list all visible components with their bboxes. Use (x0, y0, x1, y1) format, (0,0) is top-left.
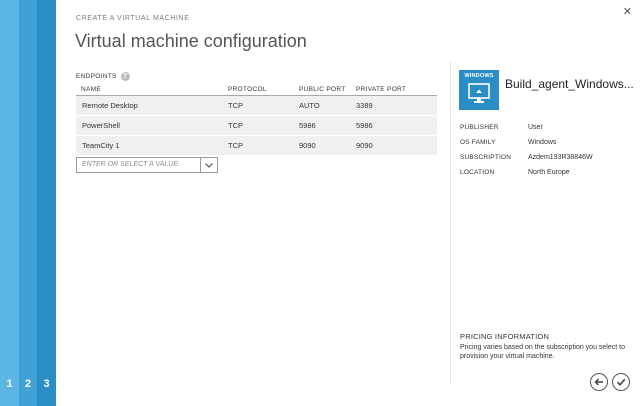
property-key: SUBSCRIPTION (460, 154, 512, 161)
property-row: PUBLISHER User (460, 124, 593, 139)
property-value: User (528, 124, 543, 131)
vm-name: Build_agent_Windows... (505, 77, 634, 91)
property-key: PUBLISHER (460, 124, 499, 131)
endpoint-public-port: AUTO (294, 95, 351, 116)
endpoint-name: PowerShell (76, 115, 223, 136)
property-key: LOCATION (460, 169, 495, 176)
table-row[interactable]: PowerShell TCP 5986 5986 (76, 115, 437, 136)
vm-tile-label: WINDOWS (464, 73, 494, 79)
endpoint-public-port: 5986 (294, 115, 351, 136)
help-icon[interactable]: ? (120, 72, 130, 81)
checkmark-icon (616, 378, 626, 386)
column-header-protocol: PROTOCOL (223, 84, 294, 96)
table-row[interactable]: TeamCity 1 TCP 9090 9090 (76, 135, 437, 156)
pricing-text: Pricing varies based on the subscription… (460, 344, 625, 360)
vm-image-tile: WINDOWS (459, 70, 499, 110)
property-row: SUBSCRIPTION Azdem193R38846W (460, 154, 593, 169)
endpoint-protocol: TCP (223, 135, 294, 156)
endpoints-heading-label: ENDPOINTS (76, 73, 117, 80)
endpoint-private-port: 3389 (351, 95, 437, 116)
column-header-public-port: PUBLIC PORT (294, 84, 351, 96)
endpoint-name: TeamCity 1 (76, 135, 223, 156)
column-header-name: NAME (76, 84, 223, 96)
pricing-info: PRICING INFORMATION Pricing varies based… (460, 332, 630, 361)
endpoint-protocol: TCP (223, 95, 294, 116)
back-arrow-icon (594, 378, 603, 386)
property-value: Windows (528, 139, 557, 146)
back-button[interactable] (590, 373, 608, 391)
step-2[interactable]: 2 (19, 0, 37, 406)
step-1[interactable]: 1 (0, 0, 19, 406)
endpoint-public-port: 9090 (294, 135, 351, 156)
vm-properties: PUBLISHER User OS FAMILY Windows SUBSCRI… (460, 124, 593, 184)
complete-button[interactable] (612, 373, 630, 391)
column-header-private-port: PRIVATE PORT (351, 84, 437, 96)
endpoints-table: NAME PROTOCOL PUBLIC PORT PRIVATE PORT R… (76, 84, 437, 156)
panel-divider (450, 62, 451, 384)
endpoint-protocol: TCP (223, 115, 294, 136)
chevron-down-icon[interactable] (200, 158, 217, 172)
property-row: LOCATION North Europe (460, 169, 593, 184)
property-value: North Europe (528, 169, 570, 176)
wizard-step-rail: 1 2 3 (0, 0, 56, 406)
step-3-number: 3 (43, 378, 50, 390)
close-icon[interactable]: ✕ (623, 5, 632, 18)
table-header-row: NAME PROTOCOL PUBLIC PORT PRIVATE PORT (76, 84, 437, 96)
step-2-number: 2 (24, 378, 32, 390)
endpoint-select[interactable]: ENTER OR SELECT A VALUE (76, 157, 218, 173)
step-1-number: 1 (6, 378, 13, 390)
property-value: Azdem193R38846W (528, 154, 593, 161)
monitor-icon (468, 83, 490, 103)
property-key: OS FAMILY (460, 139, 496, 146)
step-3[interactable]: 3 (37, 0, 56, 406)
wizard-subtitle: CREATE A VIRTUAL MACHINE (76, 15, 190, 22)
page-title: Virtual machine configuration (75, 31, 307, 51)
property-row: OS FAMILY Windows (460, 139, 593, 154)
endpoint-name: Remote Desktop (76, 95, 223, 116)
endpoint-private-port: 9090 (351, 135, 437, 156)
endpoint-select-placeholder: ENTER OR SELECT A VALUE (82, 161, 178, 168)
table-row[interactable]: Remote Desktop TCP AUTO 3389 (76, 95, 437, 116)
endpoint-private-port: 5986 (351, 115, 437, 136)
endpoints-heading: ENDPOINTS ? (76, 72, 130, 81)
pricing-heading: PRICING INFORMATION (460, 332, 550, 341)
